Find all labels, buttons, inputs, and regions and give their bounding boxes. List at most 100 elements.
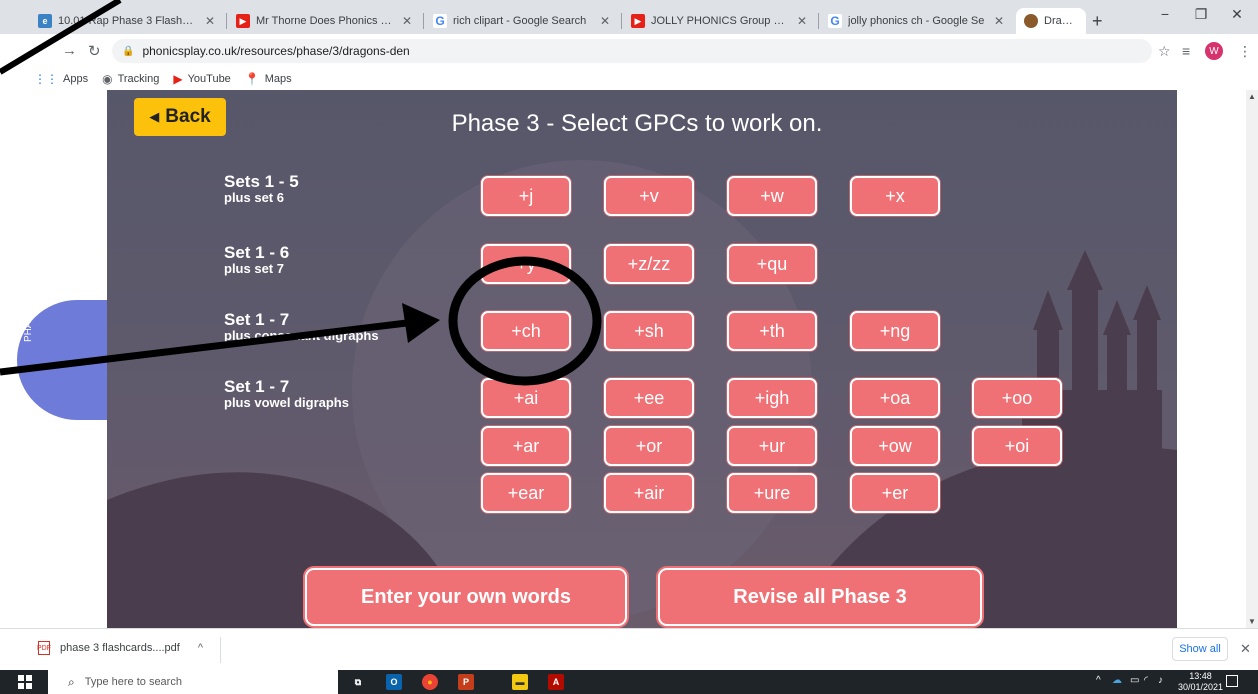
bookmark-apps[interactable]: ⋮⋮ Apps xyxy=(34,72,88,86)
menu-kebab-icon[interactable]: ⋮ xyxy=(1238,43,1252,60)
bookmark-youtube[interactable]: ▶ YouTube xyxy=(173,72,230,86)
reading-list-icon[interactable]: ≡ xyxy=(1182,43,1190,59)
set-label-1-7-vowel: Set 1 - 7 plus vowel digraphs xyxy=(224,377,349,410)
back-button[interactable]: ◀ Back xyxy=(134,98,226,136)
bookmark-label: Maps xyxy=(264,73,292,85)
close-icon[interactable]: ✕ xyxy=(203,14,217,28)
gpc-button-oi[interactable]: +oi xyxy=(972,426,1062,466)
gpc-button-sh[interactable]: +sh xyxy=(604,311,694,351)
clock-date: 30/01/2021 xyxy=(1178,682,1224,692)
download-item[interactable]: PDF phase 3 flashcards....pdf ^ xyxy=(37,641,203,655)
close-icon[interactable]: ✕ xyxy=(1240,641,1251,657)
tab-dragons-den[interactable]: Dragons Den xyxy=(1016,8,1086,34)
set-title: Set 1 - 6 xyxy=(224,243,290,262)
gpc-button-igh[interactable]: +igh xyxy=(727,378,817,418)
downloads-shelf: PDF phase 3 flashcards....pdf ^ Show all… xyxy=(0,628,1258,670)
gpc-button-ear[interactable]: +ear xyxy=(481,473,571,513)
phases-side-tab[interactable]: PHASES xyxy=(17,300,107,420)
minimize-icon[interactable]: − xyxy=(1150,6,1180,22)
notifications-icon[interactable] xyxy=(1226,675,1238,687)
gpc-button-oo[interactable]: +oo xyxy=(972,378,1062,418)
tab-rich-clipart[interactable]: G rich clipart - Google Search ✕ xyxy=(425,8,620,34)
bookmark-label: Apps xyxy=(63,73,89,85)
address-bar[interactable]: 🔒 phonicsplay.co.uk/resources/phase/3/dr… xyxy=(112,39,1152,63)
gpc-button-ch[interactable]: +ch xyxy=(481,311,571,351)
bookmark-tracking[interactable]: ◉ Tracking xyxy=(102,72,159,86)
youtube-icon: ▶ xyxy=(236,14,250,28)
close-icon[interactable]: ✕ xyxy=(795,14,809,28)
gpc-button-th[interactable]: +th xyxy=(727,311,817,351)
battery-icon[interactable]: ▭ xyxy=(1130,675,1139,686)
forward-icon[interactable]: → xyxy=(62,42,77,59)
reload-icon[interactable]: ↻ xyxy=(88,42,101,60)
revise-all-button[interactable]: Revise all Phase 3 xyxy=(658,568,982,626)
gpc-button-or[interactable]: +or xyxy=(604,426,694,466)
outlook-icon[interactable]: O xyxy=(386,674,402,690)
chevron-up-icon[interactable]: ^ xyxy=(198,642,203,654)
gpc-button-v[interactable]: +v xyxy=(604,176,694,216)
gpc-button-er[interactable]: +er xyxy=(850,473,940,513)
gpc-button-ure[interactable]: +ure xyxy=(727,473,817,513)
tab-flashcards[interactable]: e 10.01 Rap Phase 3 Flashcards - Ep ✕ xyxy=(30,8,225,34)
gpc-button-oa[interactable]: +oa xyxy=(850,378,940,418)
new-tab-icon[interactable]: + xyxy=(1092,11,1103,32)
task-view-icon[interactable]: ⧉ xyxy=(350,674,366,690)
gpc-button-y[interactable]: +y xyxy=(481,244,571,284)
acrobat-icon[interactable]: A xyxy=(548,674,564,690)
page-viewport: PHASES ◀ Back Phase 3 - Select GPCs to w… xyxy=(0,90,1258,628)
onedrive-icon[interactable]: ☁ xyxy=(1112,675,1122,686)
gpc-button-air[interactable]: +air xyxy=(604,473,694,513)
windows-start-icon[interactable] xyxy=(18,675,32,689)
taskbar-search-input[interactable]: ⌕ Type here to search xyxy=(48,670,338,694)
gpc-button-ur[interactable]: +ur xyxy=(727,426,817,466)
star-icon[interactable]: ☆ xyxy=(1158,43,1171,60)
show-all-button[interactable]: Show all xyxy=(1172,637,1228,661)
scroll-down-icon[interactable]: ▼ xyxy=(1248,617,1256,626)
apps-grid-icon: ⋮⋮ xyxy=(34,72,58,86)
phases-tab-label: PHASES xyxy=(23,301,34,342)
windows-taskbar: ⌕ Type here to search ⧉ O ● P ▬ A ^ ☁ ▭ … xyxy=(0,670,1258,694)
page-title: Phase 3 - Select GPCs to work on. xyxy=(451,110,823,137)
bookmark-maps[interactable]: 📍 Maps xyxy=(245,72,292,86)
gpc-button-ai[interactable]: +ai xyxy=(481,378,571,418)
set-title: Set 1 - 7 xyxy=(224,377,290,396)
gpc-button-ar[interactable]: +ar xyxy=(481,426,571,466)
tab-divider xyxy=(818,13,819,29)
tab-jolly-search[interactable]: G jolly phonics ch - Google Se ✕ xyxy=(820,8,1014,34)
bookmarks-bar: ⋮⋮ Apps ◉ Tracking ▶ YouTube 📍 Maps xyxy=(0,68,1258,90)
tab-title: jolly phonics ch - Google Se xyxy=(848,15,985,27)
enter-own-words-button[interactable]: Enter your own words xyxy=(305,568,627,626)
gpc-button-x[interactable]: +x xyxy=(850,176,940,216)
gpc-button-z-zz[interactable]: +z/zz xyxy=(604,244,694,284)
window-close-icon[interactable]: ✕ xyxy=(1222,6,1252,23)
scroll-up-icon[interactable]: ▲ xyxy=(1248,92,1256,101)
edu-icon: e xyxy=(38,14,52,28)
file-explorer-icon[interactable]: ▬ xyxy=(512,674,528,690)
tab-mr-thorne[interactable]: ▶ Mr Thorne Does Phonics - Ep ✕ xyxy=(228,8,422,34)
tab-title: rich clipart - Google Search xyxy=(453,15,587,27)
chrome-icon[interactable]: ● xyxy=(422,674,438,690)
volume-icon[interactable]: ♪ xyxy=(1158,675,1163,686)
gpc-button-qu[interactable]: +qu xyxy=(727,244,817,284)
restore-icon[interactable]: ❐ xyxy=(1186,6,1216,23)
powerpoint-icon[interactable]: P xyxy=(458,674,474,690)
close-icon[interactable]: ✕ xyxy=(598,14,612,28)
close-icon[interactable]: ✕ xyxy=(400,14,414,28)
gpc-button-ee[interactable]: +ee xyxy=(604,378,694,418)
tray-chevron-icon[interactable]: ^ xyxy=(1096,675,1101,686)
gpc-button-ow[interactable]: +ow xyxy=(850,426,940,466)
wifi-icon[interactable]: ◜ xyxy=(1144,675,1148,686)
page-scrollbar[interactable]: ▲ ▼ xyxy=(1246,90,1258,628)
gpc-button-w[interactable]: +w xyxy=(727,176,817,216)
youtube-icon: ▶ xyxy=(173,72,183,86)
tab-title: 10.01 Rap Phase 3 Flashcards - Ep xyxy=(58,15,197,27)
avatar[interactable]: W xyxy=(1205,42,1223,60)
browser-toolbar: → ↻ 🔒 phonicsplay.co.uk/resources/phase/… xyxy=(0,34,1258,68)
taskbar-clock[interactable]: 13:48 30/01/2021 xyxy=(1178,671,1223,693)
gpc-button-ng[interactable]: +ng xyxy=(850,311,940,351)
tab-jolly-phonics[interactable]: ▶ JOLLY PHONICS Group 6 ch ✕ xyxy=(623,8,817,34)
clock-time: 13:48 xyxy=(1189,671,1212,681)
gpc-button-j[interactable]: +j xyxy=(481,176,571,216)
globe-icon: ◉ xyxy=(102,72,113,86)
close-icon[interactable]: ✕ xyxy=(992,14,1006,28)
